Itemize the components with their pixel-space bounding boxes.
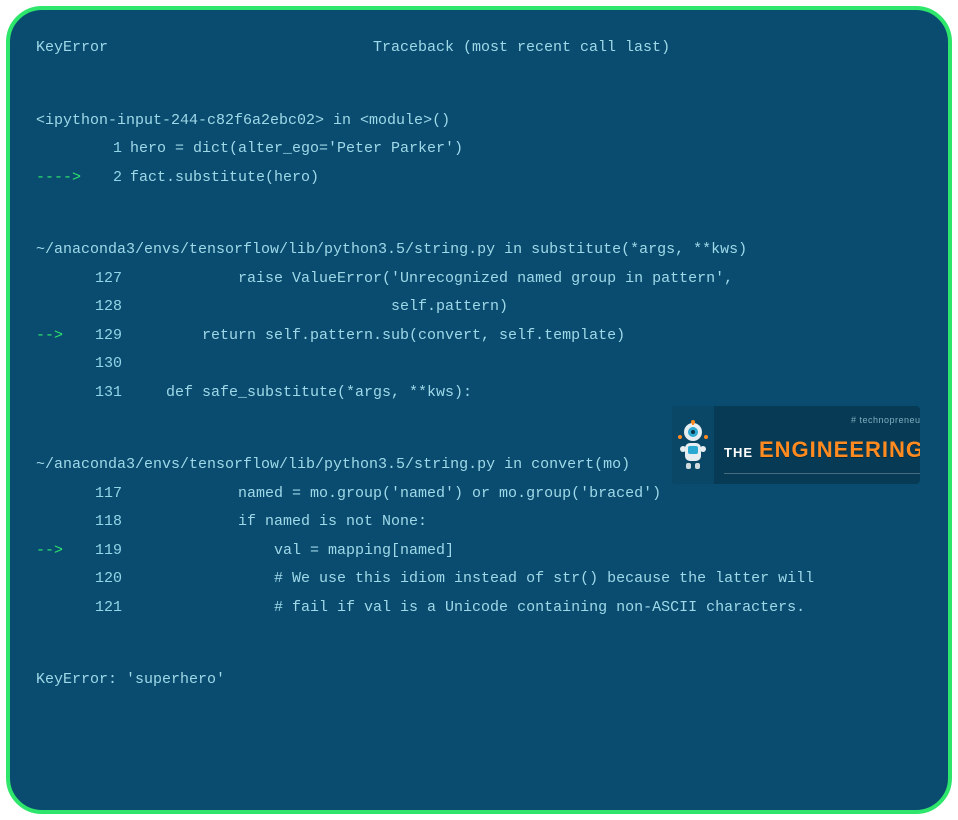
line-number: 130 <box>86 350 130 379</box>
code-line: 118 if named is not None: <box>36 508 922 537</box>
error-name: KeyError <box>36 34 108 63</box>
line-arrow: ----> <box>36 164 86 193</box>
line-number: 128 <box>86 293 130 322</box>
line-code: val = mapping[named] <box>130 537 922 566</box>
traceback-header: KeyError Traceback (most recent call las… <box>36 34 922 63</box>
line-arrow: --> <box>36 322 86 351</box>
code-line: 131 def safe_substitute(*args, **kws): <box>36 379 922 408</box>
code-line: 128 self.pattern) <box>36 293 922 322</box>
frame-location: ~/anaconda3/envs/tensorflow/lib/python3.… <box>36 236 922 265</box>
line-arrow <box>36 293 86 322</box>
traceback-panel: KeyError Traceback (most recent call las… <box>6 6 952 814</box>
line-arrow <box>36 594 86 623</box>
watermark-tagline: # technopreneur <box>724 412 920 429</box>
watermark-the: THE <box>724 441 753 466</box>
line-arrow <box>36 379 86 408</box>
line-number: 121 <box>86 594 130 623</box>
code-line: 127 raise ValueError('Unrecognized named… <box>36 265 922 294</box>
line-code: # fail if val is a Unicode containing no… <box>130 594 922 623</box>
line-number: 1 <box>86 135 130 164</box>
traceback-frame: <ipython-input-244-c82f6a2ebc02> in <mod… <box>36 107 922 193</box>
watermark-projects: PROJECTS <box>724 473 920 484</box>
line-code: # We use this idiom instead of str() bec… <box>130 565 922 594</box>
line-arrow <box>36 350 86 379</box>
traceback-label: Traceback (most recent call last) <box>108 34 922 63</box>
code-line: --> 129 return self.pattern.sub(convert,… <box>36 322 922 351</box>
robot-icon <box>672 406 714 484</box>
line-arrow <box>36 135 86 164</box>
line-number: 2 <box>86 164 130 193</box>
line-code: if named is not None: <box>130 508 922 537</box>
line-code: return self.pattern.sub(convert, self.te… <box>130 322 922 351</box>
line-number: 129 <box>86 322 130 351</box>
line-code: def safe_substitute(*args, **kws): <box>130 379 922 408</box>
line-number: 131 <box>86 379 130 408</box>
watermark-engineering: ENGINEERING <box>759 429 920 471</box>
line-arrow <box>36 265 86 294</box>
code-line: 130 <box>36 350 922 379</box>
line-code: raise ValueError('Unrecognized named gro… <box>130 265 922 294</box>
line-arrow <box>36 565 86 594</box>
line-code: hero = dict(alter_ego='Peter Parker') <box>130 135 922 164</box>
line-code: fact.substitute(hero) <box>130 164 922 193</box>
line-arrow: --> <box>36 537 86 566</box>
error-message: KeyError: 'superhero' <box>36 666 922 695</box>
line-number: 119 <box>86 537 130 566</box>
line-code <box>130 350 922 379</box>
line-arrow <box>36 508 86 537</box>
code-line: 120 # We use this idiom instead of str()… <box>36 565 922 594</box>
code-line: 1 hero = dict(alter_ego='Peter Parker') <box>36 135 922 164</box>
frame-location: <ipython-input-244-c82f6a2ebc02> in <mod… <box>36 107 922 136</box>
line-number: 120 <box>86 565 130 594</box>
code-line: 121 # fail if val is a Unicode containin… <box>36 594 922 623</box>
line-arrow <box>36 480 86 509</box>
traceback-frame: ~/anaconda3/envs/tensorflow/lib/python3.… <box>36 236 922 407</box>
line-code: self.pattern) <box>130 293 922 322</box>
line-number: 118 <box>86 508 130 537</box>
line-number: 117 <box>86 480 130 509</box>
watermark-logo: # technopreneur THE ENGINEERING PROJECTS <box>672 406 920 484</box>
line-number: 127 <box>86 265 130 294</box>
code-line: ----> 2 fact.substitute(hero) <box>36 164 922 193</box>
code-line: --> 119 val = mapping[named] <box>36 537 922 566</box>
